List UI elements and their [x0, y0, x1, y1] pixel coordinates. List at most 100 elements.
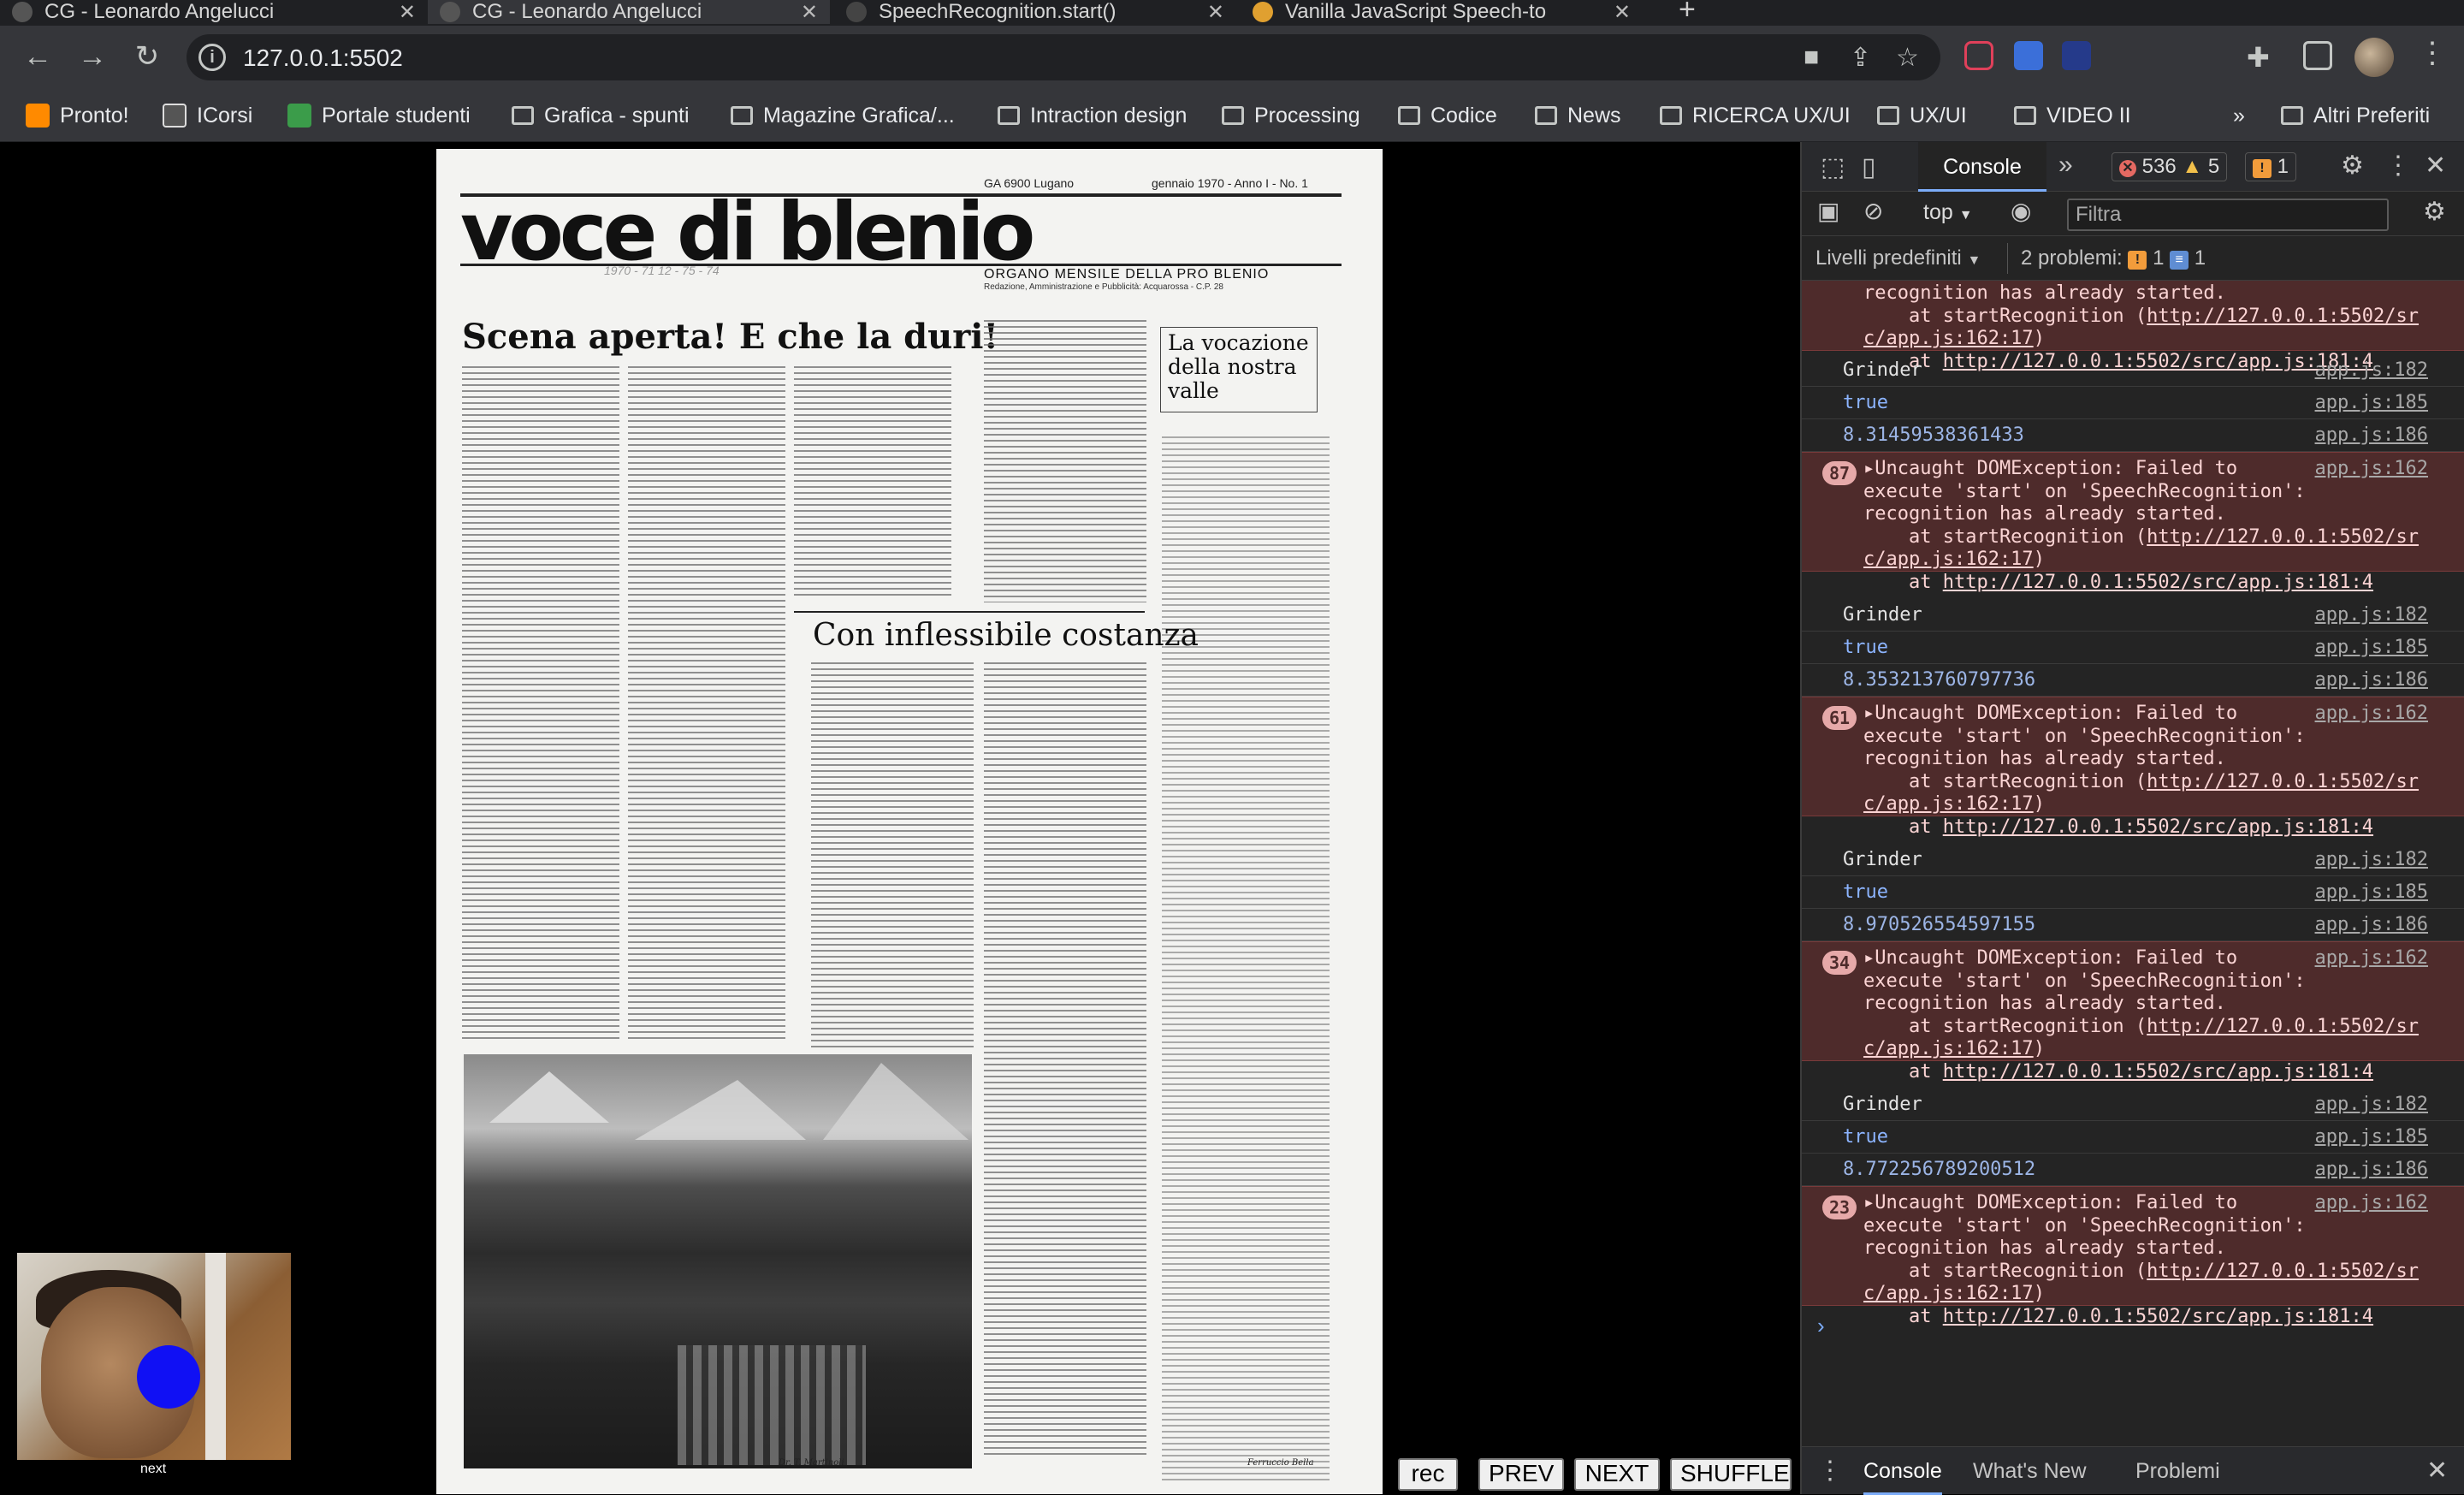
source-link[interactable]: app.js:185 [2315, 392, 2428, 413]
shuffle-button[interactable]: SHUFFLE [1670, 1458, 1792, 1491]
puzzle-extensions-icon[interactable]: ✚ [2247, 41, 2270, 74]
source-link[interactable]: app.js:182 [2315, 849, 2428, 870]
back-icon[interactable]: ← [19, 38, 56, 75]
source-link[interactable]: app.js:186 [2315, 424, 2428, 446]
context-selector[interactable]: top ▼ [1923, 200, 1973, 225]
site-info-icon[interactable]: i [198, 44, 226, 71]
bookmark-folder[interactable]: News [1535, 101, 1621, 130]
drawer-menu-icon[interactable]: ⋮ [1817, 1456, 1843, 1486]
bookmark-folder[interactable]: VIDEO II [2014, 101, 2131, 130]
rec-button[interactable]: rec [1398, 1458, 1458, 1491]
console-error-entry[interactable]: ▸Uncaught DOMException: Failed to execut… [1802, 281, 2464, 372]
extension-icon[interactable] [2014, 41, 2043, 70]
close-tab-icon[interactable]: ✕ [801, 0, 818, 24]
bookmark-folder[interactable]: Codice [1398, 101, 1497, 130]
source-link[interactable]: app.js:185 [2315, 1126, 2428, 1148]
kebab-menu-icon[interactable]: ⋮ [2385, 151, 2411, 181]
bookmark-star-icon[interactable]: ☆ [1896, 43, 1919, 73]
source-link[interactable]: app.js:182 [2315, 359, 2428, 381]
console-error-entry[interactable]: 87 ▸Uncaught DOMException: Failed to exec… [1802, 452, 2464, 593]
drawer-tab-console[interactable]: Console [1863, 1447, 1942, 1495]
drawer-tab-whats-new[interactable]: What's New [1973, 1447, 2087, 1495]
stack-link[interactable]: http://127.0.0.1:5502/sr [2147, 771, 2419, 792]
source-link[interactable]: app.js:186 [2315, 669, 2428, 691]
issues-counter[interactable]: 2 problemi: ! 1 ≡ 1 [2021, 246, 2206, 270]
stack-link[interactable]: c/app.js:162:17 [1863, 328, 2034, 349]
bookmark-item[interactable]: Pronto! [26, 101, 129, 130]
url-text[interactable]: 127.0.0.1:5502 [243, 44, 403, 72]
stack-link[interactable]: http://127.0.0.1:5502/sr [2147, 526, 2419, 548]
source-link[interactable]: app.js:182 [2315, 1094, 2428, 1115]
stack-link[interactable]: http://127.0.0.1:5502/sr [2147, 306, 2419, 327]
stack-link[interactable]: http://127.0.0.1:5502/src/app.js:181:4 [1943, 816, 2373, 838]
forward-icon[interactable]: → [74, 38, 111, 75]
source-link[interactable]: app.js:185 [2315, 881, 2428, 903]
stack-link[interactable]: c/app.js:162:17 [1863, 549, 2034, 570]
clear-console-icon[interactable]: ⊘ [1863, 197, 1883, 225]
source-link[interactable]: app.js:162 [2315, 703, 2428, 724]
browser-tab[interactable]: SpeechRecognition.start() ✕ [834, 0, 1236, 24]
stack-link[interactable]: http://127.0.0.1:5502/src/app.js:181:4 [1943, 572, 2373, 593]
bookmarks-overflow-button[interactable]: » [2233, 101, 2245, 130]
stack-link[interactable]: http://127.0.0.1:5502/sr [2147, 1261, 2419, 1282]
log-levels-dropdown[interactable]: Livelli predefiniti ▼ [1815, 246, 1981, 270]
share-icon[interactable]: ⇪ [1850, 43, 1871, 73]
bookmark-folder[interactable]: UX/UI [1877, 101, 1967, 130]
stack-link[interactable]: c/app.js:162:17 [1863, 1283, 2034, 1304]
console-filter-input[interactable]: Filtra [2067, 199, 2389, 231]
device-toolbar-icon[interactable]: ▯ [1862, 152, 1876, 182]
drawer-tab-problemi[interactable]: Problemi [2135, 1447, 2220, 1495]
settings-gear-icon[interactable]: ⚙ [2341, 151, 2364, 181]
side-panel-icon[interactable] [2303, 41, 2332, 70]
prev-button[interactable]: PREV [1478, 1458, 1564, 1491]
next-button[interactable]: NEXT [1574, 1458, 1660, 1491]
stack-link[interactable]: c/app.js:162:17 [1863, 1038, 2034, 1059]
extension-icon[interactable] [2062, 41, 2091, 70]
browser-tab[interactable]: CG - Leonardo Angelucci ✕ [0, 0, 428, 24]
source-link[interactable]: app.js:182 [2315, 604, 2428, 626]
close-tab-icon[interactable]: ✕ [399, 0, 416, 24]
source-link[interactable]: app.js:185 [2315, 637, 2428, 658]
browser-tab-active[interactable]: CG - Leonardo Angelucci ✕ [428, 0, 830, 24]
source-link[interactable]: app.js:162 [2315, 1192, 2428, 1213]
console-error-entry[interactable]: 61 ▸Uncaught DOMException: Failed to exec… [1802, 697, 2464, 838]
inspect-element-icon[interactable]: ⬚ [1821, 152, 1845, 182]
stack-link[interactable]: c/app.js:162:17 [1863, 793, 2034, 815]
address-bar[interactable]: i 127.0.0.1:5502 ■ ⇪ ☆ [187, 34, 1940, 80]
close-tab-icon[interactable]: ✕ [1614, 0, 1631, 24]
stack-link[interactable]: http://127.0.0.1:5502/src/app.js:181:4 [1943, 1061, 2373, 1083]
info-badge[interactable]: ! 1 [2245, 152, 2297, 181]
pocket-extension-icon[interactable] [1964, 41, 1993, 70]
bookmark-item[interactable]: ICorsi [163, 101, 252, 130]
console-error-entry[interactable]: 34 ▸Uncaught DOMException: Failed to exec… [1802, 941, 2464, 1083]
eye-icon[interactable]: ◉ [2011, 197, 2031, 225]
bookmark-item[interactable]: Portale studenti [287, 101, 471, 130]
close-tab-icon[interactable]: ✕ [1207, 0, 1224, 24]
source-link[interactable]: app.js:162 [2315, 947, 2428, 969]
bookmark-folder[interactable]: RICERCA UX/UI [1660, 101, 1851, 130]
sidebar-toggle-icon[interactable]: ▣ [1817, 197, 1839, 225]
stack-link[interactable]: http://127.0.0.1:5502/src/app.js:181:4 [1943, 1306, 2373, 1327]
console-settings-gear-icon[interactable]: ⚙ [2423, 197, 2446, 227]
source-link[interactable]: app.js:162 [2315, 458, 2428, 479]
console-error-entry[interactable]: 23 ▸Uncaught DOMException: Failed to exec… [1802, 1186, 2464, 1327]
tab-console[interactable]: Console [1918, 142, 2046, 192]
stack-link[interactable]: http://127.0.0.1:5502/sr [2147, 1016, 2419, 1037]
other-bookmarks-folder[interactable]: Altri Preferiti [2281, 101, 2430, 130]
bookmark-folder[interactable]: Grafica - spunti [512, 101, 690, 130]
close-drawer-icon[interactable]: ✕ [2426, 1456, 2448, 1486]
avatar[interactable] [2354, 38, 2394, 77]
kebab-menu-icon[interactable]: ⋮ [2418, 36, 2447, 70]
source-link[interactable]: app.js:186 [2315, 1159, 2428, 1180]
source-link[interactable]: app.js:186 [2315, 914, 2428, 935]
bookmark-folder[interactable]: Processing [1222, 101, 1360, 130]
error-warning-badge[interactable]: ✕ 536 ▲ 5 [2112, 152, 2228, 181]
new-tab-button[interactable]: + [1679, 0, 1696, 27]
reload-icon[interactable]: ↻ [128, 38, 166, 75]
more-tabs-icon[interactable]: » [2058, 151, 2073, 180]
browser-tab[interactable]: Vanilla JavaScript Speech-to ✕ [1241, 0, 1643, 24]
close-devtools-icon[interactable]: ✕ [2425, 151, 2446, 181]
console-prompt[interactable]: › [1817, 1313, 1825, 1339]
bookmark-folder[interactable]: Magazine Grafica/... [731, 101, 955, 130]
bookmark-folder[interactable]: Intraction design [998, 101, 1187, 130]
